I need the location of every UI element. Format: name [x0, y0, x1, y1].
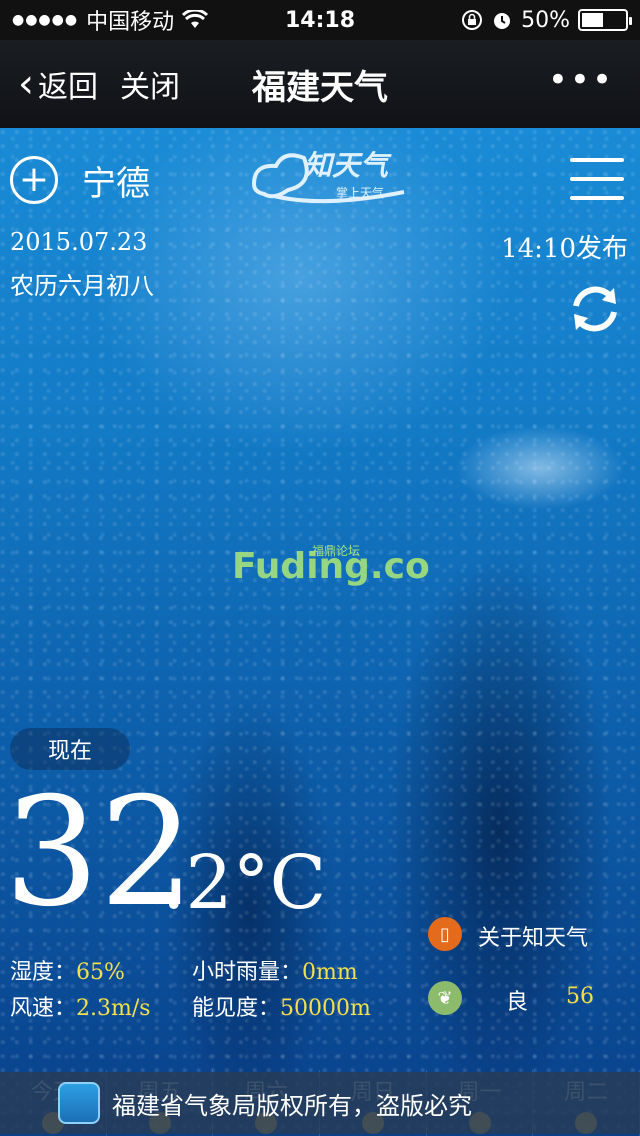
- alarm-icon: [494, 13, 511, 29]
- orientation-lock-icon: [462, 10, 483, 30]
- chevron-left-icon: ‹: [18, 61, 34, 107]
- signal-icon: ●●●●●: [12, 12, 79, 28]
- publish-time: 14:10发布: [501, 234, 628, 264]
- rain-value: 0mm: [302, 960, 358, 985]
- menu-icon[interactable]: [570, 158, 624, 200]
- back-button[interactable]: ‹ 返回: [18, 62, 98, 106]
- rain-label: 小时雨量：: [192, 960, 303, 985]
- nav-bar: ‹ 返回 关闭 福建天气 •••: [0, 40, 640, 128]
- status-right: 50%: [461, 7, 632, 33]
- leaf-icon: ❦: [428, 981, 462, 1015]
- air-quality-label[interactable]: 良: [506, 984, 528, 1016]
- add-city-icon[interactable]: +: [10, 156, 58, 204]
- copyright-banner: 福建省气象局版权所有，盗版必究: [0, 1072, 640, 1134]
- battery-fill: [582, 13, 603, 27]
- logo: 知天气 掌上天气: [244, 144, 414, 214]
- visibility-label: 能见度：: [192, 996, 281, 1021]
- humidity-value: 65%: [76, 960, 125, 985]
- logo-text: 知天气: [304, 149, 389, 182]
- app-icon: [58, 1082, 100, 1124]
- temperature-decimal: .2°C: [162, 840, 327, 926]
- battery-percent: 50%: [521, 7, 570, 33]
- wind-label: 风速：: [10, 996, 77, 1021]
- info-doc-icon[interactable]: ▯: [428, 917, 462, 951]
- humidity: 湿度：65%: [10, 954, 125, 986]
- refresh-icon[interactable]: [566, 280, 624, 338]
- more-icon[interactable]: •••: [548, 63, 614, 97]
- visibility: 能见度：50000m: [192, 990, 371, 1022]
- hourly-rain: 小时雨量：0mm: [192, 954, 358, 986]
- watermark-badge: 福鼎论坛: [312, 544, 361, 558]
- close-button[interactable]: 关闭: [120, 62, 180, 106]
- wifi-icon: [182, 10, 209, 28]
- battery-icon: [578, 9, 632, 31]
- visibility-value: 50000m: [280, 996, 371, 1021]
- weather-panel: + 宁德 知天气 掌上天气 2015.07.23 农历六月初八 14:10发布 …: [0, 128, 640, 1136]
- status-left: ●●●●● 中国移动: [12, 4, 209, 36]
- logo-subtext: 掌上天气: [336, 186, 385, 200]
- date: 2015.07.23: [10, 228, 148, 256]
- lunar-date: 农历六月初八: [10, 272, 154, 300]
- humidity-label: 湿度：: [10, 960, 77, 985]
- status-bar: ●●●●● 中国移动 14:18 50%: [0, 0, 640, 40]
- copyright-text: 福建省气象局版权所有，盗版必究: [112, 1091, 472, 1120]
- wind-value: 2.3m/s: [76, 996, 151, 1021]
- air-quality-value[interactable]: 56: [566, 984, 594, 1009]
- about-link[interactable]: 关于知天气: [478, 920, 588, 952]
- wind-speed: 风速：2.3m/s: [10, 990, 151, 1022]
- now-tab[interactable]: 现在: [10, 728, 130, 770]
- back-label: 返回: [38, 70, 98, 105]
- carrier-name: 中国移动: [86, 10, 175, 35]
- city-name[interactable]: 宁德: [82, 156, 150, 205]
